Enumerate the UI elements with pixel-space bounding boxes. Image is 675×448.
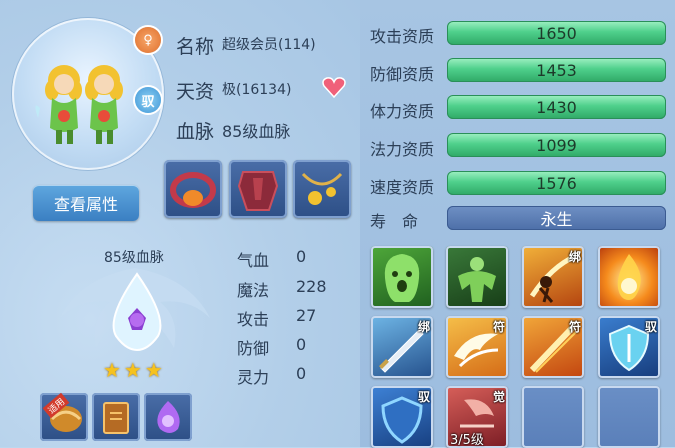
- skill-slot-2[interactable]: [446, 246, 508, 308]
- name-value: 超级会员(114): [222, 37, 316, 53]
- skill-slot-3[interactable]: 绑: [522, 246, 584, 308]
- equip-slot-collar[interactable]: [164, 160, 222, 218]
- skill-tag-talisman: 符: [568, 320, 581, 334]
- skill-slot-5[interactable]: 绑: [371, 316, 433, 378]
- tame-badge: 驭: [135, 87, 161, 113]
- bloodline-gem-icon[interactable]: [98, 270, 176, 358]
- skill-slot-9[interactable]: 驭: [371, 386, 433, 448]
- stat-label-defense: 防御: [237, 339, 270, 358]
- skill-slot-4[interactable]: [598, 246, 660, 308]
- pet-type-icon: ♀: [135, 27, 161, 53]
- skill-tag-bind: 绑: [417, 320, 430, 334]
- attack-aptitude-bar: 1650: [447, 21, 666, 45]
- item-slot-3[interactable]: [144, 393, 192, 441]
- skill-slot-7[interactable]: 符: [522, 316, 584, 378]
- skill-slot-empty[interactable]: [598, 386, 660, 448]
- bloodline-label: 血脉: [176, 121, 215, 143]
- skill-tag-bind: 绑: [568, 250, 581, 264]
- name-label: 名称: [176, 36, 215, 58]
- skill-slot-1[interactable]: [371, 246, 433, 308]
- bloodline-value: 85级血脉: [222, 122, 291, 141]
- skill-slot-empty[interactable]: [522, 386, 584, 448]
- stat-value-attack: 27: [296, 306, 317, 325]
- heart-icon[interactable]: [322, 76, 346, 102]
- skill-level-caption: 3/5级: [450, 433, 484, 448]
- skill-slot-8[interactable]: 驭: [598, 316, 660, 378]
- talent-label: 天资: [176, 81, 215, 103]
- strongman-skill-icon: [458, 257, 496, 302]
- bloodline-title: 85级血脉: [104, 250, 164, 266]
- necklace-icon: [301, 172, 343, 205]
- book-item-icon: [103, 402, 129, 434]
- stat-value-hp: 0: [296, 247, 307, 266]
- skill-slot-6[interactable]: 符: [446, 316, 508, 378]
- flame-skill-icon: [617, 254, 641, 300]
- stamina-aptitude-label: 体力资质: [370, 102, 435, 121]
- bloodline-stars: ★★★: [103, 358, 166, 382]
- skill-tag-tame: 驭: [644, 320, 657, 334]
- magic-aptitude-bar: 1099: [447, 133, 666, 157]
- defense-aptitude-label: 防御资质: [370, 65, 435, 84]
- stat-value-mp: 228: [296, 277, 327, 296]
- stamina-aptitude-bar: 1430: [447, 95, 666, 119]
- stat-label-hp: 气血: [237, 251, 270, 270]
- stat-label-mp: 魔法: [237, 281, 270, 300]
- lifespan-label: 寿 命: [370, 212, 419, 231]
- stat-value-spirit: 0: [296, 364, 307, 383]
- equip-slot-armor[interactable]: [229, 160, 287, 218]
- magic-aptitude-label: 法力资质: [370, 140, 435, 159]
- spirit-item-icon: [157, 401, 180, 433]
- equip-slot-necklace[interactable]: [293, 160, 351, 218]
- talent-value: 极(16134): [222, 82, 292, 98]
- collar-icon: [170, 172, 216, 208]
- armor-icon: [237, 171, 279, 211]
- item-slot-1[interactable]: 适用: [40, 392, 88, 441]
- lifespan-bar: 永生: [447, 206, 666, 230]
- stat-label-attack: 攻击: [237, 310, 270, 329]
- skill-tag-talisman: 符: [492, 320, 505, 334]
- view-attributes-button[interactable]: 查看属性: [33, 185, 139, 221]
- ghost-skill-icon: [384, 254, 420, 302]
- stat-value-defense: 0: [296, 335, 307, 354]
- stat-label-spirit: 灵力: [237, 368, 270, 387]
- skill-slot-10[interactable]: 觉 3/5级: [446, 386, 508, 448]
- skill-tag-tame: 驭: [417, 390, 430, 404]
- skill-tag-awaken: 觉: [492, 390, 505, 404]
- speed-aptitude-label: 速度资质: [370, 178, 435, 197]
- defense-aptitude-bar: 1453: [447, 58, 666, 82]
- item-slot-2[interactable]: [92, 393, 140, 441]
- speed-aptitude-bar: 1576: [447, 171, 666, 195]
- attack-aptitude-label: 攻击资质: [370, 27, 435, 46]
